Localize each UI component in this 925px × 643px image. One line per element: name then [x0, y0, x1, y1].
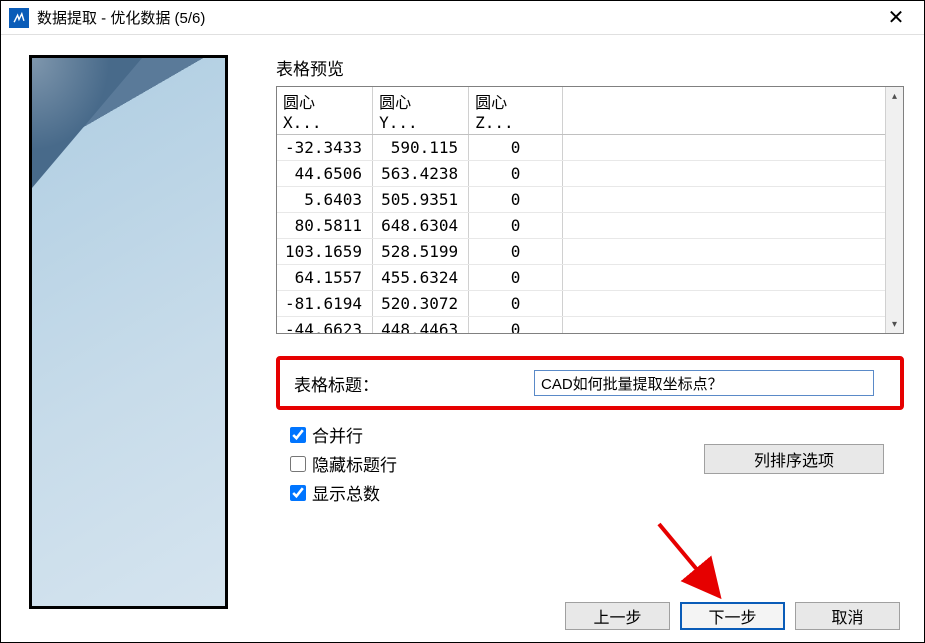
- table-preview: 圆心 X... 圆心 Y... 圆心 Z... -32.3433590.1150…: [276, 86, 904, 334]
- table-title-label: 表格标题：: [294, 371, 534, 396]
- table-cell: 590.115: [373, 135, 469, 161]
- hide-header-input[interactable]: [290, 456, 306, 472]
- wizard-graphic: [29, 55, 228, 609]
- table-row[interactable]: 80.5811648.63040: [277, 213, 885, 239]
- table-cell: [563, 135, 885, 161]
- table-row[interactable]: -44.6623448.44630: [277, 317, 885, 334]
- page-curl-decoration: [32, 58, 142, 188]
- table-cell: 0: [469, 161, 563, 187]
- preview-table: 圆心 X... 圆心 Y... 圆心 Z... -32.3433590.1150…: [277, 87, 885, 333]
- show-totals-checkbox[interactable]: 显示总数: [286, 480, 397, 505]
- table-cell: 0: [469, 265, 563, 291]
- column-sort-button[interactable]: 列排序选项: [704, 444, 884, 474]
- table-row[interactable]: 44.6506563.42380: [277, 161, 885, 187]
- table-cell: [563, 265, 885, 291]
- table-cell: 563.4238: [373, 161, 469, 187]
- table-row[interactable]: -32.3433590.1150: [277, 135, 885, 161]
- table-cell: [563, 213, 885, 239]
- scroll-track[interactable]: [886, 105, 903, 315]
- table-row[interactable]: 5.6403505.93510: [277, 187, 885, 213]
- col-header-z[interactable]: 圆心 Z...: [469, 87, 563, 135]
- merge-rows-input[interactable]: [290, 427, 306, 443]
- dialog-body: 表格预览 圆心 X... 圆心 Y... 圆心 Z... -32.343359: [1, 35, 924, 642]
- table-preview-label: 表格预览: [276, 55, 904, 80]
- hide-header-label: 隐藏标题行: [312, 451, 397, 476]
- scroll-down-icon[interactable]: ▾: [886, 315, 903, 333]
- table-cell: 0: [469, 317, 563, 334]
- scroll-up-icon[interactable]: ▴: [886, 87, 903, 105]
- merge-rows-checkbox[interactable]: 合并行: [286, 422, 397, 447]
- table-cell: -44.6623: [277, 317, 373, 334]
- table-inner: 圆心 X... 圆心 Y... 圆心 Z... -32.3433590.1150…: [277, 87, 885, 333]
- prev-button[interactable]: 上一步: [565, 602, 670, 630]
- content-area: 表格预览 圆心 X... 圆心 Y... 圆心 Z... -32.343359: [276, 55, 904, 632]
- table-cell: 505.9351: [373, 187, 469, 213]
- col-sort-wrap: 列排序选项: [704, 422, 884, 509]
- table-row[interactable]: 103.1659528.51990: [277, 239, 885, 265]
- table-cell: 103.1659: [277, 239, 373, 265]
- titlebar: 数据提取 - 优化数据 (5/6) ✕: [1, 1, 924, 35]
- table-cell: 448.4463: [373, 317, 469, 334]
- table-cell: 0: [469, 291, 563, 317]
- table-cell: [563, 317, 885, 334]
- table-cell: 0: [469, 213, 563, 239]
- table-title-input[interactable]: [534, 370, 874, 396]
- table-cell: 0: [469, 239, 563, 265]
- table-scrollbar[interactable]: ▴ ▾: [885, 87, 903, 333]
- table-cell: [563, 239, 885, 265]
- table-cell: 455.6324: [373, 265, 469, 291]
- table-cell: 648.6304: [373, 213, 469, 239]
- table-cell: 44.6506: [277, 161, 373, 187]
- table-cell: 520.3072: [373, 291, 469, 317]
- title-field-highlight: 表格标题：: [276, 356, 904, 410]
- table-header-row: 圆心 X... 圆心 Y... 圆心 Z...: [277, 87, 885, 135]
- col-header-empty: [563, 87, 885, 135]
- next-button[interactable]: 下一步: [680, 602, 785, 630]
- checkbox-group: 合并行 隐藏标题行 显示总数: [286, 422, 397, 509]
- table-cell: 80.5811: [277, 213, 373, 239]
- close-icon[interactable]: ✕: [876, 1, 916, 35]
- dialog-window: 数据提取 - 优化数据 (5/6) ✕ 表格预览 圆心 X... 圆心 Y...…: [0, 0, 925, 643]
- col-header-y[interactable]: 圆心 Y...: [373, 87, 469, 135]
- table-cell: -32.3433: [277, 135, 373, 161]
- table-cell: -81.6194: [277, 291, 373, 317]
- show-totals-input[interactable]: [290, 485, 306, 501]
- table-row[interactable]: 64.1557455.63240: [277, 265, 885, 291]
- table-cell: 5.6403: [277, 187, 373, 213]
- show-totals-label: 显示总数: [312, 480, 380, 505]
- nav-buttons: 上一步 下一步 取消: [555, 602, 900, 630]
- options-row: 合并行 隐藏标题行 显示总数 列排序选项: [276, 422, 904, 509]
- table-cell: [563, 187, 885, 213]
- hide-header-checkbox[interactable]: 隐藏标题行: [286, 451, 397, 476]
- table-cell: [563, 291, 885, 317]
- col-header-x[interactable]: 圆心 X...: [277, 87, 373, 135]
- table-cell: 0: [469, 135, 563, 161]
- table-row[interactable]: -81.6194520.30720: [277, 291, 885, 317]
- table-cell: [563, 161, 885, 187]
- merge-rows-label: 合并行: [312, 422, 363, 447]
- window-title: 数据提取 - 优化数据 (5/6): [37, 7, 876, 28]
- table-cell: 0: [469, 187, 563, 213]
- cancel-button[interactable]: 取消: [795, 602, 900, 630]
- table-cell: 528.5199: [373, 239, 469, 265]
- table-cell: 64.1557: [277, 265, 373, 291]
- app-icon: [9, 8, 29, 28]
